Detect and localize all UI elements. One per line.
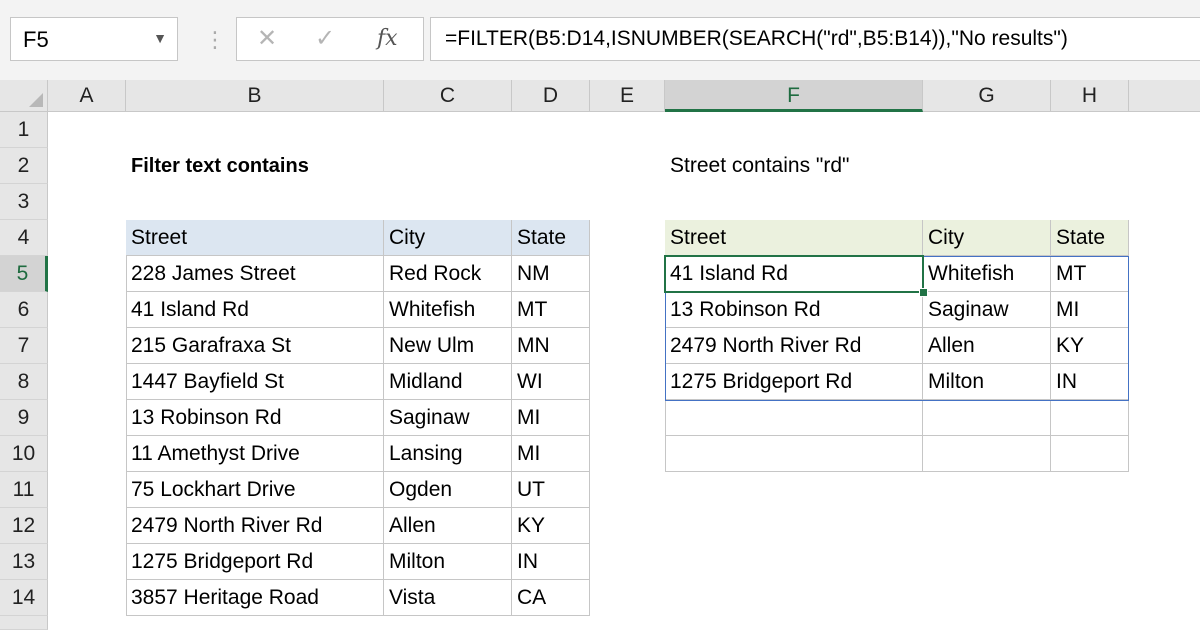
row-header-8[interactable]: 8 [0, 364, 48, 400]
column-header-f[interactable]: F [665, 80, 923, 112]
column-header-b[interactable]: B [126, 80, 384, 112]
formula-input[interactable]: =FILTER(B5:D14,ISNUMBER(SEARCH("rd",B5:B… [430, 17, 1200, 61]
sheet-subtitle[interactable]: Street contains "rd" [665, 148, 965, 184]
source-header-street[interactable]: Street [126, 220, 384, 256]
row-header-13[interactable]: 13 [0, 544, 48, 580]
cancel-icon[interactable]: ✕ [257, 24, 277, 53]
source-cell[interactable]: 1275 Bridgeport Rd [126, 544, 384, 580]
source-cell[interactable]: Milton [384, 544, 512, 580]
vertical-dots-icon[interactable]: ⋮ [204, 26, 226, 54]
column-header-e[interactable]: E [590, 80, 665, 112]
source-cell[interactable]: Allen [384, 508, 512, 544]
source-header-state[interactable]: State [512, 220, 590, 256]
result-cell-empty[interactable] [923, 436, 1051, 472]
row-header-7[interactable]: 7 [0, 328, 48, 364]
name-box[interactable]: F5 ▼ [10, 17, 178, 61]
column-header-a[interactable]: A [48, 80, 126, 112]
result-cell[interactable]: Whitefish [923, 256, 1051, 292]
select-all-button[interactable] [0, 80, 48, 112]
source-cell[interactable]: Red Rock [384, 256, 512, 292]
source-cell[interactable]: 13 Robinson Rd [126, 400, 384, 436]
row-header-11[interactable]: 11 [0, 472, 48, 508]
source-cell[interactable]: CA [512, 580, 590, 616]
source-cell[interactable]: KY [512, 508, 590, 544]
row-header-14[interactable]: 14 [0, 580, 48, 616]
result-cell[interactable]: Milton [923, 364, 1051, 400]
formula-buttons: ✕ ✓ fx [236, 17, 424, 61]
row-header-3[interactable]: 3 [0, 184, 48, 220]
source-cell[interactable]: Vista [384, 580, 512, 616]
row-header-6[interactable]: 6 [0, 292, 48, 328]
source-cell[interactable]: 41 Island Rd [126, 292, 384, 328]
row-header-12[interactable]: 12 [0, 508, 48, 544]
result-cell[interactable]: MI [1051, 292, 1129, 328]
result-cell[interactable]: MT [1051, 256, 1129, 292]
row-header-1[interactable]: 1 [0, 112, 48, 148]
result-cell[interactable]: 1275 Bridgeport Rd [665, 364, 923, 400]
result-cell[interactable]: KY [1051, 328, 1129, 364]
result-header-street[interactable]: Street [665, 220, 923, 256]
sheet-title[interactable]: Filter text contains [126, 148, 426, 184]
source-cell[interactable]: New Ulm [384, 328, 512, 364]
row-header-9[interactable]: 9 [0, 400, 48, 436]
result-header-city[interactable]: City [923, 220, 1051, 256]
source-cell[interactable]: IN [512, 544, 590, 580]
source-cell[interactable]: 3857 Heritage Road [126, 580, 384, 616]
check-icon[interactable]: ✓ [315, 24, 335, 53]
select-all-triangle-icon [29, 93, 43, 107]
source-cell[interactable]: Saginaw [384, 400, 512, 436]
column-header-h[interactable]: H [1051, 80, 1129, 112]
source-cell[interactable]: Ogden [384, 472, 512, 508]
source-cell[interactable]: Lansing [384, 436, 512, 472]
result-cell[interactable]: Allen [923, 328, 1051, 364]
row-header-15[interactable] [0, 616, 48, 630]
source-cell[interactable]: NM [512, 256, 590, 292]
result-cell-empty[interactable] [665, 400, 923, 436]
result-cell[interactable]: 2479 North River Rd [665, 328, 923, 364]
source-cell[interactable]: MN [512, 328, 590, 364]
row-header-10[interactable]: 10 [0, 436, 48, 472]
result-header-state[interactable]: State [1051, 220, 1129, 256]
source-cell[interactable]: 228 James Street [126, 256, 384, 292]
source-cell[interactable]: 2479 North River Rd [126, 508, 384, 544]
source-cell[interactable]: UT [512, 472, 590, 508]
row-header-2[interactable]: 2 [0, 148, 48, 184]
row-header-5[interactable]: 5 [0, 256, 48, 292]
fill-handle[interactable] [919, 288, 928, 297]
result-cell-empty[interactable] [923, 400, 1051, 436]
source-cell[interactable]: MI [512, 400, 590, 436]
source-cell[interactable]: 75 Lockhart Drive [126, 472, 384, 508]
result-cell-empty[interactable] [1051, 400, 1129, 436]
result-cell-empty[interactable] [1051, 436, 1129, 472]
spreadsheet-grid: A B C D E F G H 1 2 3 4 5 6 7 8 9 10 11 … [0, 80, 1200, 630]
source-cell[interactable]: WI [512, 364, 590, 400]
insert-function-icon[interactable]: fx [377, 26, 398, 51]
source-cell[interactable]: Whitefish [384, 292, 512, 328]
source-header-city[interactable]: City [384, 220, 512, 256]
formula-text: =FILTER(B5:D14,ISNUMBER(SEARCH("rd",B5:B… [445, 27, 1068, 50]
row-header-4[interactable]: 4 [0, 220, 48, 256]
source-cell[interactable]: 1447 Bayfield St [126, 364, 384, 400]
column-header-d[interactable]: D [512, 80, 590, 112]
column-header-g[interactable]: G [923, 80, 1051, 112]
source-cell[interactable]: 11 Amethyst Drive [126, 436, 384, 472]
source-cell[interactable]: MT [512, 292, 590, 328]
column-header-i[interactable] [1129, 80, 1200, 112]
chevron-down-icon[interactable]: ▼ [153, 30, 167, 46]
result-cell[interactable]: IN [1051, 364, 1129, 400]
result-cell-empty[interactable] [665, 436, 923, 472]
result-cell[interactable]: Saginaw [923, 292, 1051, 328]
result-cell[interactable]: 13 Robinson Rd [665, 292, 923, 328]
source-cell[interactable]: MI [512, 436, 590, 472]
result-cell[interactable]: 41 Island Rd [665, 256, 923, 292]
name-box-value: F5 [23, 27, 49, 52]
formula-bar: F5 ▼ ⋮ ✕ ✓ fx =FILTER(B5:D14,ISNUMBER(SE… [0, 0, 1200, 80]
column-header-c[interactable]: C [384, 80, 512, 112]
source-cell[interactable]: Midland [384, 364, 512, 400]
source-cell[interactable]: 215 Garafraxa St [126, 328, 384, 364]
